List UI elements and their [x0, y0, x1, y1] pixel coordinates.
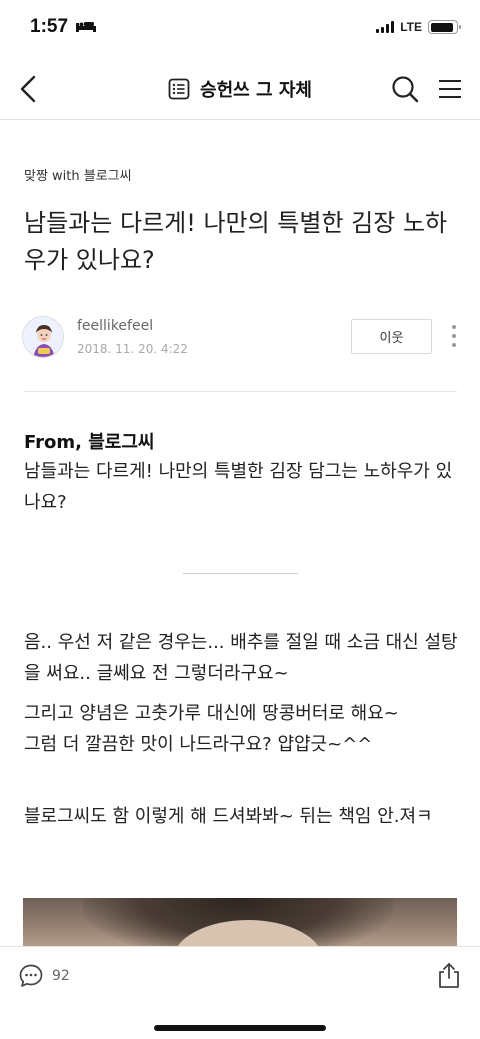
author-row: feellikefeel 2018. 11. 20. 4:22 이웃: [22, 314, 462, 362]
share-icon[interactable]: [436, 961, 462, 989]
battery-icon: [428, 20, 461, 34]
comment-count: 92: [52, 968, 70, 984]
avatar-illustration: [23, 317, 63, 357]
post-date: 2018. 11. 20. 4:22: [77, 342, 188, 356]
bottom-action-bar: 92: [0, 946, 480, 1039]
more-options-icon[interactable]: [447, 322, 461, 350]
network-type: LTE: [400, 20, 422, 34]
author-avatar[interactable]: [22, 316, 64, 358]
comment-icon: [19, 964, 43, 987]
bed-icon: [76, 22, 97, 32]
hamburger-menu-icon[interactable]: [436, 75, 464, 103]
status-time: 1:57: [30, 16, 97, 38]
comment-button[interactable]: 92: [18, 963, 70, 989]
battery-fill: [430, 22, 453, 32]
header-divider: [24, 391, 457, 392]
nav-bar: 승헌쓰 그 자체: [0, 58, 480, 120]
section-separator: [183, 573, 298, 574]
body-paragraph-4: 블로그씨도 함 이렇게 해 드셔봐봐~ 뒤는 책임 안.져ㅋ: [24, 806, 433, 827]
status-time-text: 1:57: [30, 16, 69, 37]
home-indicator: [154, 1025, 326, 1031]
search-icon[interactable]: [390, 74, 420, 104]
author-name[interactable]: feellikefeel: [77, 318, 153, 334]
from-title: From, 블로그씨: [24, 432, 155, 453]
body-paragraph-1: 음.. 우선 저 같은 경우는... 배추를 절일 때 소금 대신 설탕을 써요…: [24, 632, 458, 684]
list-icon: [168, 78, 190, 100]
status-indicators: LTE: [376, 20, 461, 34]
status-bar: 1:57 LTE: [0, 0, 480, 58]
body-paragraph-2: 그리고 양념은 고춧가루 대신에 땅콩버터로 해요~: [24, 703, 399, 724]
blog-title: 승헌쓰 그 자체: [200, 80, 312, 101]
neighbor-button[interactable]: 이웃: [351, 319, 432, 354]
body-paragraph-3: 그럼 더 깔끔한 맛이 나드라구요? 얍얍긋~^^: [24, 734, 373, 755]
post-title: 남들과는 다르게! 나만의 특별한 김장 노하우가 있나요?: [24, 209, 448, 274]
from-body: 남들과는 다르게! 나만의 특별한 김장 담그는 노하우가 있나요?: [24, 461, 453, 513]
signal-icon: [376, 21, 395, 33]
post-category[interactable]: 맞짱 with 블로그씨: [24, 165, 132, 184]
